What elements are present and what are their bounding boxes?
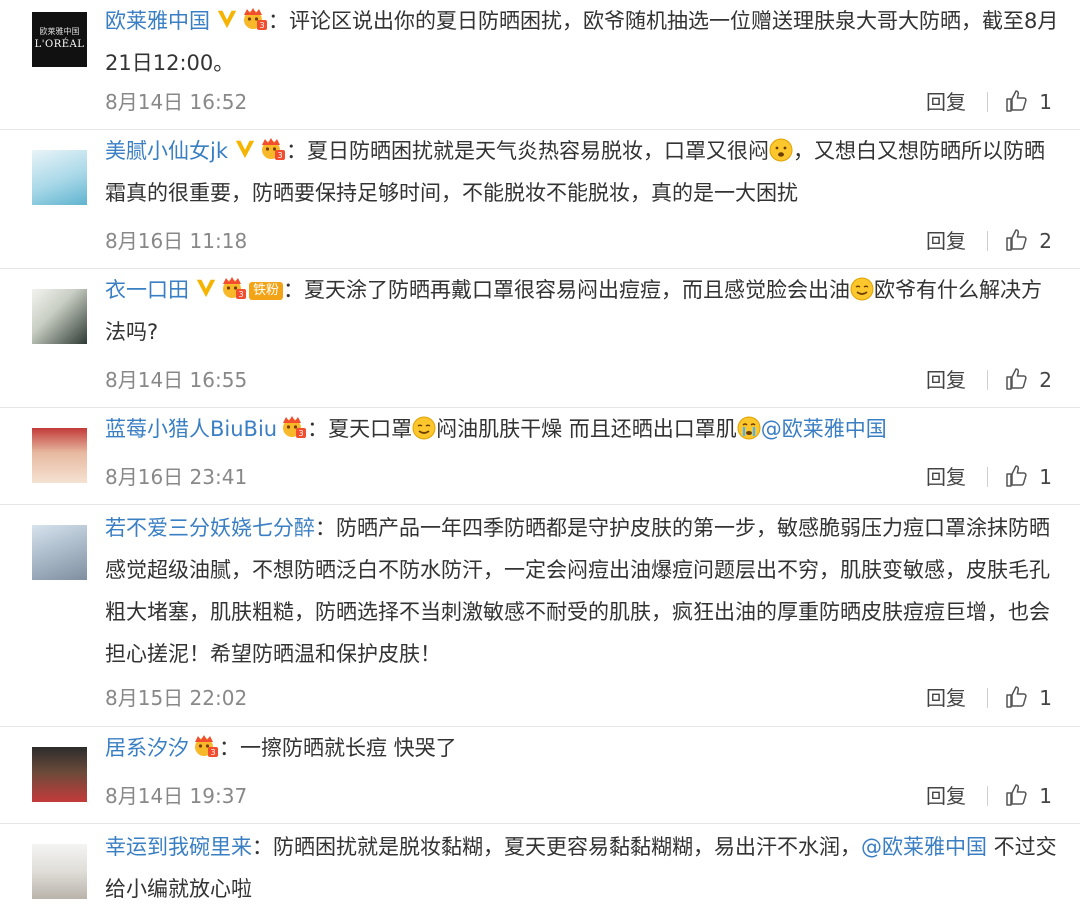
comment-footer: 8月14日 16:55 回复 2 [105, 365, 1052, 395]
avatar[interactable] [32, 747, 87, 802]
comment-footer: 8月16日 11:18 回复 2 [105, 226, 1052, 256]
fan-badge: 铁粉 [249, 282, 284, 300]
comment-footer: 8月15日 22:02 回复 1 [105, 683, 1052, 713]
thumbs-up-icon [1005, 464, 1029, 488]
comment-item: 欧莱雅中国 L'ORÉAL 欧莱雅中国 ：评论区说出你的夏日防晒困扰，欧爷随机抽选… [0, 0, 1080, 130]
comment-text: ：防晒困扰就是脱妆黏糊，夏天更容易黏黏糊糊，易出汗不水润， [252, 835, 861, 859]
thumbs-up-icon [1005, 783, 1029, 807]
avatar[interactable] [32, 150, 87, 205]
like-count: 2 [1039, 229, 1052, 253]
avatar-sub-text: 欧莱雅中国 [39, 27, 80, 36]
like-button[interactable]: 1 [1005, 683, 1052, 713]
like-count: 1 [1039, 686, 1052, 710]
thumbs-up-icon [1005, 367, 1029, 391]
vip-crown-icon [260, 137, 286, 161]
comment-date: 8月14日 19:37 [105, 784, 248, 808]
comment-footer: 8月14日 19:37 回复 1 [105, 781, 1052, 811]
thumbs-up-icon [1005, 228, 1029, 252]
divider [987, 370, 988, 390]
reply-button[interactable]: 回复 [926, 365, 966, 395]
like-count: 1 [1039, 90, 1052, 114]
reply-button[interactable]: 回复 [926, 683, 966, 713]
divider [987, 231, 988, 251]
comment-item: 若不爱三分妖娆七分醉：防晒产品一年四季防晒都是守护皮肤的第一步，敏感脆弱压力痘口… [0, 505, 1080, 727]
comment-text: ：夏日防晒困扰就是天气炎热容易脱妆，口罩又很闷 [286, 139, 769, 163]
vip-crown-icon [242, 7, 268, 31]
comment-content: 衣一口田 铁粉 ：夏天涂了防晒再戴口罩很容易闷出痘痘，而且感觉脸会出油 欧爷有什么解决… [105, 269, 1060, 353]
sweat-face-emoji-icon [850, 277, 874, 301]
username[interactable]: 欧莱雅中国 [105, 9, 210, 33]
comment-item: 蓝莓小猎人BiuBiu ：夏天口罩 闷油肌肤干燥 而且还晒出口罩肌 @欧莱雅中国 8月… [0, 408, 1080, 505]
comment-date: 8月16日 23:41 [105, 465, 248, 489]
sweat-face-emoji-icon [412, 416, 436, 440]
reply-button[interactable]: 回复 [926, 87, 966, 117]
comment-date: 8月15日 22:02 [105, 686, 248, 710]
like-button[interactable]: 1 [1005, 781, 1052, 811]
comment-item: 居系汐汐 ：一擦防晒就长痘 快哭了 8月14日 19:37 回复 1 [0, 727, 1080, 824]
mention-link[interactable]: @欧莱雅中国 [861, 835, 987, 859]
comment-item: 衣一口田 铁粉 ：夏天涂了防晒再戴口罩很容易闷出痘痘，而且感觉脸会出油 欧爷有什么解决… [0, 269, 1080, 408]
username[interactable]: 美腻小仙女jk [105, 139, 228, 163]
stuffy-face-emoji-icon [769, 138, 793, 162]
vip-crown-icon [221, 276, 247, 300]
divider [987, 688, 988, 708]
comment-text: ：一擦防晒就长痘 快哭了 [219, 736, 457, 760]
like-button[interactable]: 2 [1005, 226, 1052, 256]
like-button[interactable]: 2 [1005, 365, 1052, 395]
like-count: 1 [1039, 784, 1052, 808]
avatar[interactable] [32, 428, 87, 483]
comment-content: 蓝莓小猎人BiuBiu ：夏天口罩 闷油肌肤干燥 而且还晒出口罩肌 @欧莱雅中国 [105, 408, 1060, 450]
avatar[interactable]: 欧莱雅中国 L'ORÉAL [32, 12, 87, 67]
mention-link[interactable]: @欧莱雅中国 [761, 417, 887, 441]
divider [987, 786, 988, 806]
avatar[interactable] [32, 525, 87, 580]
comment-content: 美腻小仙女jk ：夏日防晒困扰就是天气炎热容易脱妆，口罩又很闷 ，又想白又想防晒所以… [105, 130, 1060, 214]
verified-v-icon [234, 138, 256, 160]
username[interactable]: 衣一口田 [105, 278, 189, 302]
username[interactable]: 蓝莓小猎人BiuBiu [105, 417, 277, 441]
crying-face-emoji-icon [737, 416, 761, 440]
avatar-brand-text: L'ORÉAL [34, 39, 85, 50]
like-count: 1 [1039, 465, 1052, 489]
avatar[interactable] [32, 289, 87, 344]
like-count: 2 [1039, 368, 1052, 392]
divider [987, 92, 988, 112]
comment-content: 幸运到我碗里来：防晒困扰就是脱妆黏糊，夏天更容易黏黏糊糊，易出汗不水润，@欧莱雅… [105, 826, 1060, 910]
comment-content: 居系汐汐 ：一擦防晒就长痘 快哭了 [105, 727, 1060, 769]
comment-content: 欧莱雅中国 ：评论区说出你的夏日防晒困扰，欧爷随机抽选一位赠送理肤泉大哥大防晒，截… [105, 0, 1060, 84]
comment-item: 美腻小仙女jk ：夏日防晒困扰就是天气炎热容易脱妆，口罩又很闷 ，又想白又想防晒所以… [0, 130, 1080, 269]
comment-date: 8月14日 16:52 [105, 90, 248, 114]
username[interactable]: 幸运到我碗里来 [105, 835, 252, 859]
username[interactable]: 居系汐汐 [105, 736, 189, 760]
vip-crown-icon [193, 734, 219, 758]
username[interactable]: 若不爱三分妖娆七分醉 [105, 516, 315, 540]
like-button[interactable]: 1 [1005, 462, 1052, 492]
divider [987, 467, 988, 487]
reply-button[interactable]: 回复 [926, 226, 966, 256]
comment-footer: 8月14日 16:52 回复 1 [105, 87, 1052, 117]
comment-content: 若不爱三分妖娆七分醉：防晒产品一年四季防晒都是守护皮肤的第一步，敏感脆弱压力痘口… [105, 507, 1060, 675]
reply-button[interactable]: 回复 [926, 781, 966, 811]
comment-date: 8月14日 16:55 [105, 368, 248, 392]
verified-v-icon [195, 277, 217, 299]
thumbs-up-icon [1005, 685, 1029, 709]
comment-text: ：夏天口罩 [307, 417, 413, 441]
thumbs-up-icon [1005, 89, 1029, 113]
avatar[interactable] [32, 844, 87, 899]
verified-v-icon [216, 8, 238, 30]
comment-footer: 8月16日 23:41 回复 1 [105, 462, 1052, 492]
comment-text-cont: 闷油肌肤干燥 而且还晒出口罩肌 [436, 417, 737, 441]
like-button[interactable]: 1 [1005, 87, 1052, 117]
reply-button[interactable]: 回复 [926, 462, 966, 492]
comment-text: ：夏天涂了防晒再戴口罩很容易闷出痘痘，而且感觉脸会出油 [283, 278, 851, 302]
comment-date: 8月16日 11:18 [105, 229, 248, 253]
comment-item: 幸运到我碗里来：防晒困扰就是脱妆黏糊，夏天更容易黏黏糊糊，易出汗不水润，@欧莱雅… [0, 824, 1080, 915]
vip-crown-icon [281, 415, 307, 439]
